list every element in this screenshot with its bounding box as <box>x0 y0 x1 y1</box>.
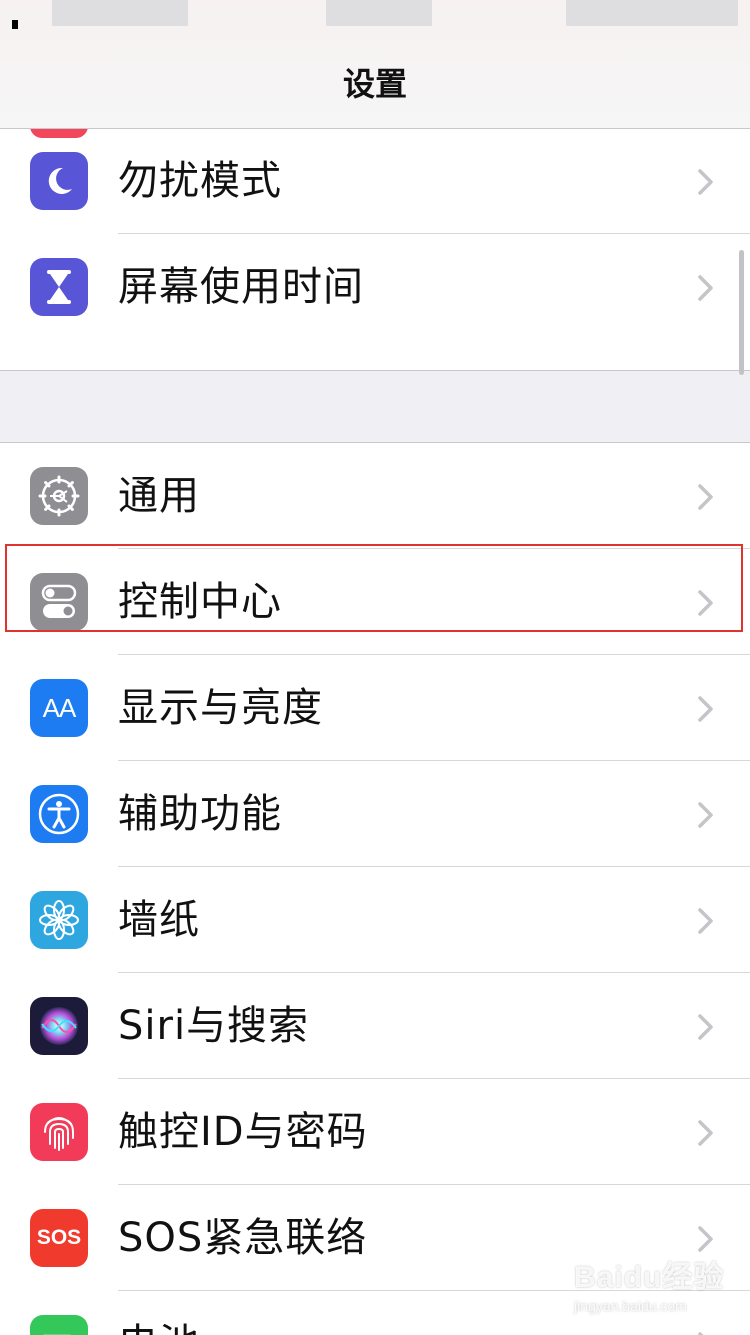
hourglass-icon <box>30 258 88 316</box>
chevron-right-icon <box>698 696 713 722</box>
chevron-right-icon <box>698 908 713 934</box>
toggles-icon <box>30 573 88 631</box>
settings-row-label: 电池 <box>118 1291 200 1335</box>
sos-glyph: SOS <box>36 1226 82 1249</box>
gear-icon <box>30 467 88 525</box>
chevron-right-icon <box>698 169 713 195</box>
watermark-logo: Baidu经验 <box>574 1261 725 1294</box>
settings-row-control-center[interactable]: 控制中心 <box>0 549 750 655</box>
chevron-right-icon <box>698 484 713 510</box>
chevron-right-icon <box>698 590 713 616</box>
settings-row-siri-search[interactable]: Siri与搜索 <box>0 973 750 1079</box>
watermark-url: jingyan.baidu.com <box>574 1298 687 1314</box>
navigation-bar: 设置 <box>0 0 750 129</box>
settings-row-accessibility[interactable]: 辅助功能 <box>0 761 750 867</box>
settings-row-label: 墙纸 <box>118 897 200 943</box>
text-size-icon: AA <box>30 679 88 737</box>
fingerprint-icon <box>30 1103 88 1161</box>
settings-group-general: 通用 控制中心 AA 显示与亮度 辅助功能 墙纸 Siri与搜索 触控ID与密码… <box>0 442 750 1335</box>
status-bar-indicator <box>12 20 18 29</box>
status-bar-blur-left <box>52 0 188 26</box>
settings-row-general[interactable]: 通用 <box>0 443 750 549</box>
settings-row-touch-id-passcode[interactable]: 触控ID与密码 <box>0 1079 750 1185</box>
settings-row-label: Siri与搜索 <box>118 1003 310 1049</box>
battery-icon <box>30 1315 88 1335</box>
settings-row-label: 控制中心 <box>118 579 282 625</box>
settings-row-label: 通用 <box>118 473 200 519</box>
settings-row-wallpaper[interactable]: 墙纸 <box>0 867 750 973</box>
status-bar-blur-center <box>326 0 432 26</box>
settings-row-label: 显示与亮度 <box>118 685 323 731</box>
scrollbar[interactable] <box>739 250 744 375</box>
settings-row-label: 辅助功能 <box>118 791 282 837</box>
settings-row-label: 屏幕使用时间 <box>118 264 364 310</box>
text-size-glyph: AA <box>42 692 77 723</box>
accessibility-icon <box>30 785 88 843</box>
chevron-right-icon <box>698 1226 713 1252</box>
settings-row-do-not-disturb[interactable]: 勿扰模式 <box>0 128 750 234</box>
settings-row-label: 触控ID与密码 <box>118 1109 368 1155</box>
chevron-right-icon <box>698 802 713 828</box>
chevron-right-icon <box>698 1332 704 1335</box>
sos-icon: SOS <box>30 1209 88 1267</box>
settings-row-screen-time[interactable]: 屏幕使用时间 <box>0 234 750 340</box>
settings-row-display-brightness[interactable]: AA 显示与亮度 <box>0 655 750 761</box>
chevron-right-icon <box>698 1120 713 1146</box>
siri-icon <box>30 997 88 1055</box>
settings-row-label: 勿扰模式 <box>118 158 282 204</box>
chevron-right-icon <box>698 275 713 301</box>
watermark: Baidu经验 jingyan.baidu.com <box>574 1252 734 1324</box>
moon-icon <box>30 152 88 210</box>
chevron-right-icon <box>698 1014 713 1040</box>
flower-icon <box>30 891 88 949</box>
settings-group-focus: 勿扰模式 屏幕使用时间 <box>0 128 750 371</box>
page-title: 设置 <box>342 65 407 103</box>
status-bar-blur-right <box>566 0 738 26</box>
settings-row-label: SOS紧急联络 <box>118 1215 368 1261</box>
